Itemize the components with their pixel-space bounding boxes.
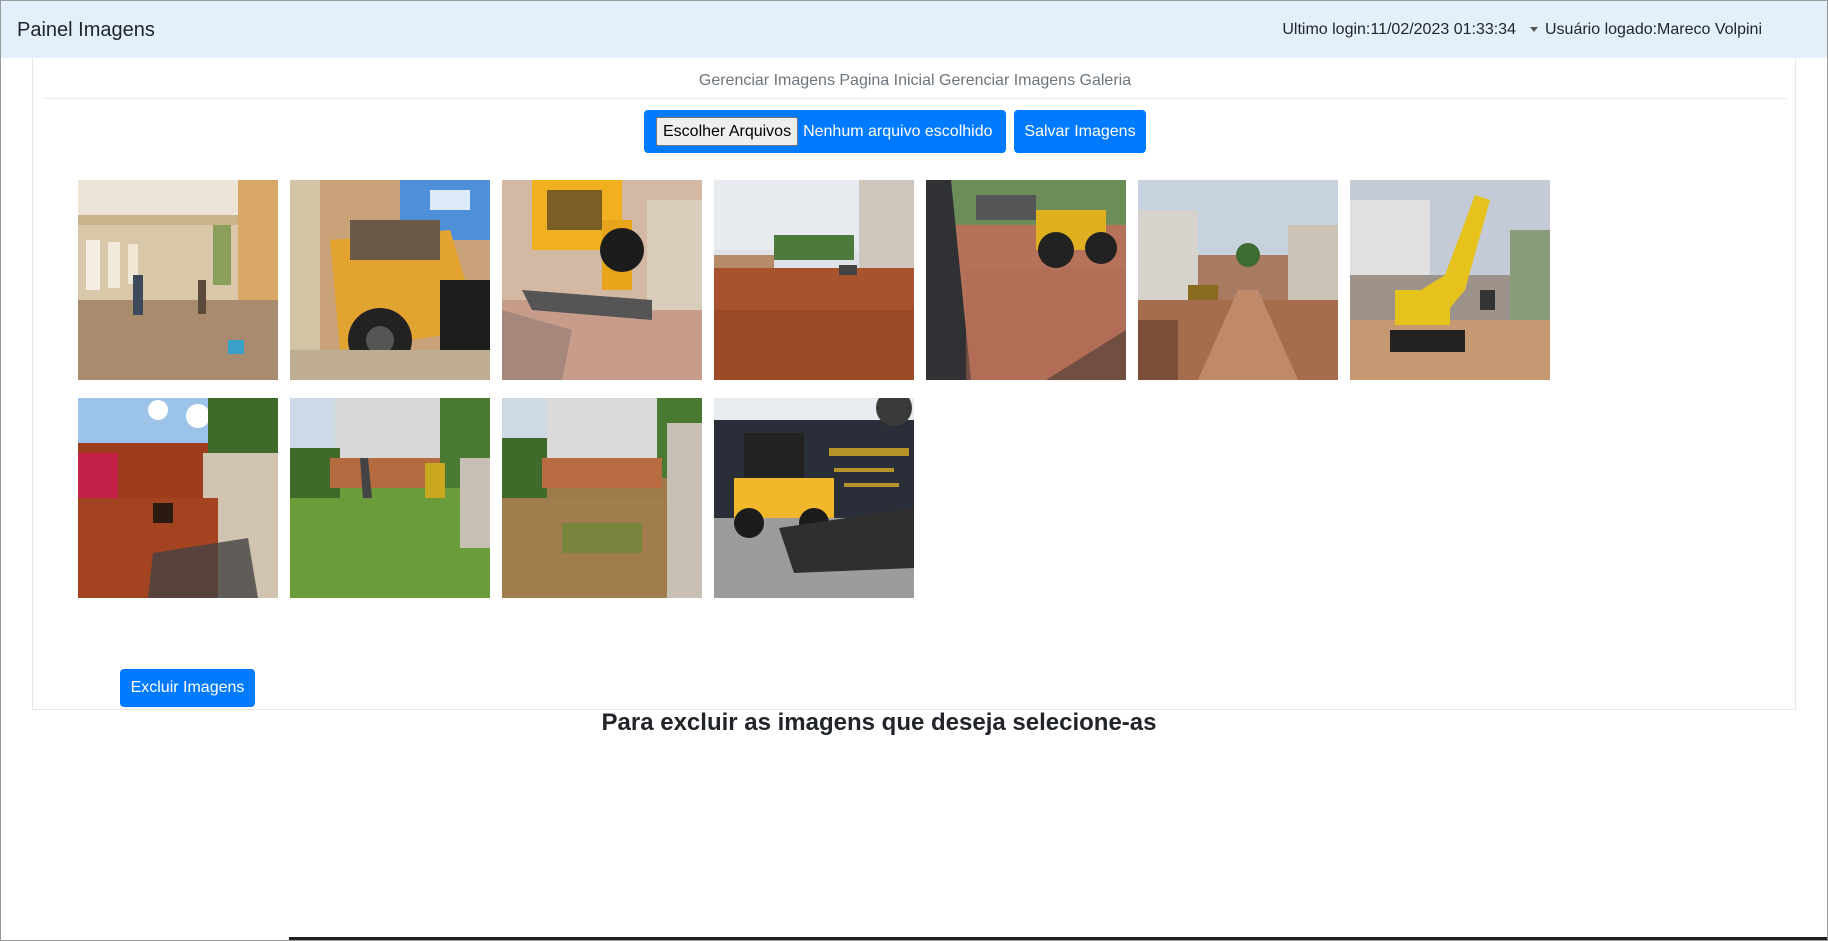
user-info: Ultimo login:11/02/2023 01:33:34 Usuário… [1282,21,1762,39]
photo-dirt-lot-icon [714,180,914,380]
logged-user-text[interactable]: Usuário logado:Mareco Volpini [1545,21,1762,39]
save-images-button[interactable]: Salvar Imagens [1014,110,1146,153]
file-input[interactable]: Escolher Arquivos Nenhum arquivo escolhi… [644,110,1006,153]
delete-images-button[interactable]: Excluir Imagens [120,669,255,707]
photo-excavator-icon [1350,180,1550,380]
gallery-image-2[interactable] [290,180,490,380]
gallery-image-6[interactable] [1138,180,1338,380]
photo-trench-icon [78,398,278,598]
gallery-image-4[interactable] [714,180,914,380]
photo-grass-excavator-icon [290,398,490,598]
delete-hint-text: Para excluir as imagens que deseja selec… [601,709,1157,736]
top-navbar: Painel Imagens Ultimo login:11/02/2023 0… [1,1,1827,58]
brand-title[interactable]: Painel Imagens [17,19,155,42]
photo-cleared-yard-icon [502,398,702,598]
photo-loader-street-icon [926,180,1126,380]
gallery-image-5[interactable] [926,180,1126,380]
window-bottom-edge [289,937,1827,940]
gallery-image-9[interactable] [290,398,490,598]
last-login-text: Ultimo login:11/02/2023 01:33:34 [1282,21,1516,38]
photo-backhoe-wall-icon [290,180,490,380]
gallery-image-7[interactable] [1350,180,1550,380]
photo-backhoe-arm-icon [502,180,702,380]
link-gallery-images[interactable]: Gerenciar Imagens Galeria [939,72,1131,89]
choose-files-button[interactable]: Escolher Arquivos [656,117,799,146]
no-file-text: Nenhum arquivo escolhido [803,122,993,140]
photo-porch-icon [78,180,278,380]
gallery-image-8[interactable] [78,398,278,598]
link-home-images[interactable]: Gerenciar Imagens Pagina Inicial [699,72,935,89]
chevron-down-icon[interactable] [1529,26,1538,32]
photo-skid-steer-icon [714,398,914,598]
photo-excavation-icon [1138,180,1338,380]
gallery-image-10[interactable] [502,398,702,598]
content-card: Gerenciar Imagens Pagina Inicial Gerenci… [32,58,1796,736]
gallery-image-3[interactable] [502,180,702,380]
gallery-image-11[interactable] [714,398,914,598]
gallery-image-1[interactable] [78,180,278,380]
sub-navigation: Gerenciar Imagens Pagina Inicial Gerenci… [43,72,1787,99]
upload-form: Escolher Arquivos Nenhum arquivo escolhi… [644,110,1146,153]
